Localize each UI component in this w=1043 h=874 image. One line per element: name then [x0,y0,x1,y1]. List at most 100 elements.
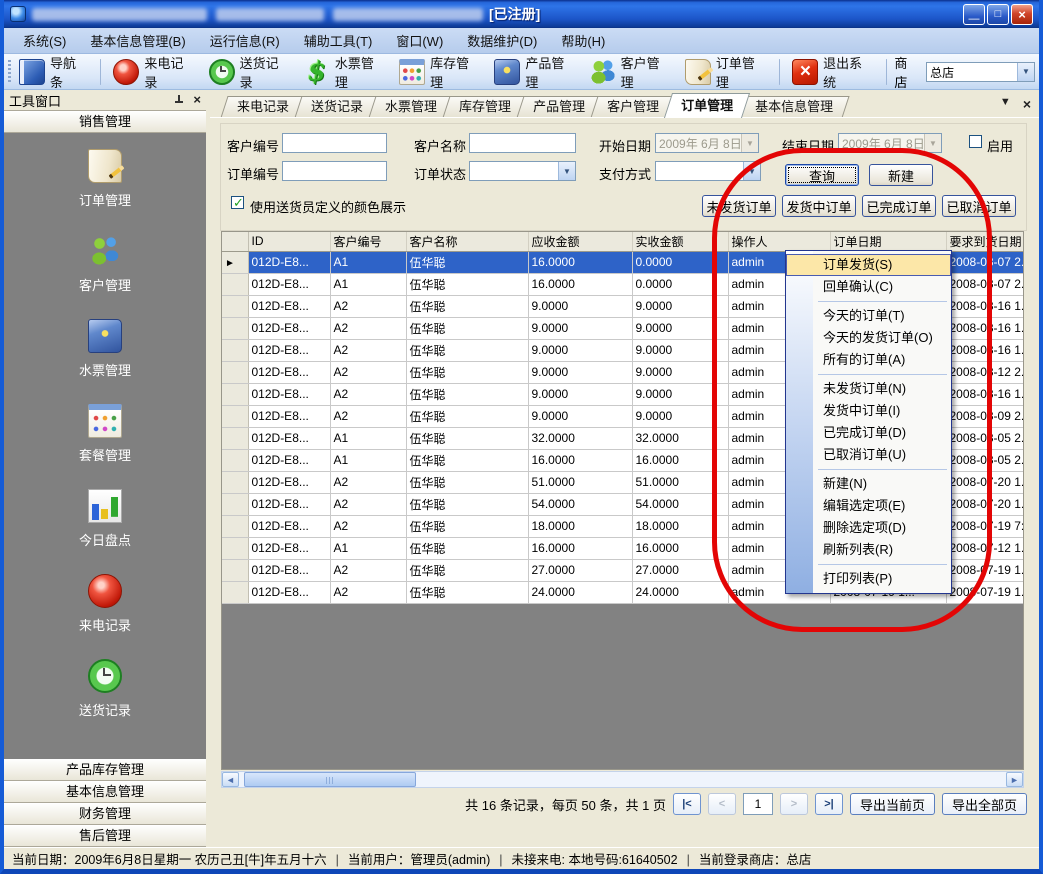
chevron-down-icon[interactable]: ▼ [743,162,760,180]
enable-date-checkbox[interactable] [969,135,982,148]
context-menu-item[interactable]: 未发货订单(N) [786,378,951,400]
context-menu-item[interactable] [786,561,951,568]
sidebar-item[interactable]: 来电记录 [79,574,131,634]
menu-bar-item[interactable]: 帮助(H) [550,28,616,53]
toolbar-button[interactable]: 产品管理 [489,51,581,93]
sidebar-group[interactable]: 产品库存管理 [4,759,206,781]
row-selector-cell[interactable] [222,449,248,471]
sidebar-item[interactable]: 订单管理 [79,149,131,209]
toolbar-button[interactable]: 订单管理 [680,51,772,93]
sidebar-item[interactable]: 客户管理 [79,234,131,294]
customer-no-input[interactable] [282,133,387,153]
last-page-button[interactable]: >| [815,793,843,815]
col-customer-no[interactable]: 客户编号 [330,232,406,251]
col-required-date[interactable]: 要求到货日期 [946,232,1023,251]
horizontal-scrollbar[interactable]: ◄ ► [221,771,1024,788]
toolbar-button[interactable] [886,59,887,85]
menu-bar-item[interactable]: 窗口(W) [385,28,454,53]
row-selector-cell[interactable] [222,559,248,581]
sidebar-group-sales[interactable]: 销售管理 [4,111,206,133]
toolbar-button[interactable]: 来电记录 [108,51,200,93]
row-selector-cell[interactable] [222,515,248,537]
sidebar-close-icon[interactable]: × [193,94,201,106]
tab[interactable]: 水票管理 [372,96,450,118]
row-selector-cell[interactable] [222,405,248,427]
menu-bar-item[interactable]: 基本信息管理(B) [79,28,196,53]
context-menu-item[interactable]: 新建(N) [786,473,951,495]
pin-icon[interactable] [173,94,185,106]
context-menu-item[interactable]: 已取消订单(U) [786,444,951,466]
sidebar-group[interactable]: 基本信息管理 [4,781,206,803]
row-selector-cell[interactable] [222,493,248,515]
context-menu-item[interactable]: 编辑选定项(E) [786,495,951,517]
col-selector[interactable] [222,232,248,251]
order-status-filter-button[interactable]: 发货中订单 [782,195,856,217]
toolbar-button[interactable]: 客户管理 [585,51,677,93]
col-order-date[interactable]: 订单日期 [830,232,946,251]
context-menu-item[interactable] [786,466,951,473]
row-selector-cell[interactable] [222,427,248,449]
col-received[interactable]: 实收金额 [632,232,728,251]
context-menu-item[interactable] [786,371,951,378]
toolbar-button[interactable]: 库存管理 [394,51,486,93]
tab-list-dropdown-icon[interactable]: ▼ [1000,96,1011,112]
col-id[interactable]: ID [248,232,330,251]
chevron-down-icon[interactable]: ▼ [558,162,575,180]
row-selector-cell[interactable] [222,251,248,273]
export-current-page-button[interactable]: 导出当前页 [850,793,935,815]
sidebar-item[interactable]: 送货记录 [79,659,131,719]
end-date-picker[interactable]: 2009年 6月 8日 ▼ [838,133,942,153]
sidebar-item[interactable]: 套餐管理 [79,404,131,464]
sidebar-group[interactable]: 售后管理 [4,825,206,847]
sidebar-group[interactable]: 财务管理 [4,803,206,825]
start-date-picker[interactable]: 2009年 6月 8日 ▼ [655,133,759,153]
row-selector-cell[interactable] [222,537,248,559]
row-selector-cell[interactable] [222,317,248,339]
toolbar-button[interactable]: 送货记录 [204,51,296,93]
pay-method-select[interactable]: ▼ [655,161,761,181]
toolbar-button[interactable]: 水票管理 [299,51,391,93]
col-operator[interactable]: 操作人 [728,232,830,251]
context-menu-item[interactable]: 今天的订单(T) [786,305,951,327]
context-menu-item[interactable]: 刷新列表(R) [786,539,951,561]
order-status-filter-button[interactable]: 未发货订单 [702,195,776,217]
order-status-filter-button[interactable]: 已完成订单 [862,195,936,217]
context-menu-item[interactable]: 打印列表(P) [786,568,951,590]
toolbar-button[interactable]: 退出系统 [787,51,879,93]
tab[interactable]: 产品管理 [520,96,598,118]
close-button[interactable]: × [1011,4,1033,25]
prev-page-button[interactable]: < [708,793,736,815]
page-input[interactable] [743,793,773,815]
scrollbar-thumb[interactable] [244,772,416,787]
menu-bar-item[interactable]: 辅助工具(T) [293,28,384,53]
export-all-pages-button[interactable]: 导出全部页 [942,793,1027,815]
delivery-color-checkbox[interactable] [231,196,244,209]
maximize-button[interactable]: □ [987,4,1009,25]
menu-bar-item[interactable]: 数据维护(D) [456,28,548,53]
col-receivable[interactable]: 应收金额 [528,232,632,251]
menu-bar-item[interactable]: 系统(S) [12,28,77,53]
row-selector-cell[interactable] [222,339,248,361]
toolbar-button[interactable]: 导航条 [14,51,93,93]
order-status-filter-button[interactable]: 已取消订单 [942,195,1016,217]
row-selector-cell[interactable] [222,361,248,383]
scroll-right-icon[interactable]: ► [1006,772,1023,787]
tab[interactable]: 订单管理 [668,93,746,118]
menu-bar-item[interactable]: 运行信息(R) [199,28,291,53]
tab[interactable]: 客户管理 [594,96,672,118]
row-selector-cell[interactable] [222,581,248,603]
order-no-input[interactable] [282,161,387,181]
first-page-button[interactable]: |< [673,793,701,815]
minimize-button[interactable]: — [963,4,985,25]
context-menu-item[interactable]: 订单发货(S) [786,254,951,276]
chevron-down-icon[interactable]: ▼ [1017,63,1034,81]
tab[interactable]: 来电记录 [224,96,302,118]
col-customer-name[interactable]: 客户名称 [406,232,528,251]
toolbar-button[interactable] [100,59,101,85]
context-menu-item[interactable]: 回单确认(C) [786,276,951,298]
next-page-button[interactable]: > [780,793,808,815]
scroll-left-icon[interactable]: ◄ [222,772,239,787]
tab[interactable]: 送货记录 [298,96,376,118]
order-status-select[interactable]: ▼ [469,161,576,181]
context-menu-item[interactable]: 所有的订单(A) [786,349,951,371]
